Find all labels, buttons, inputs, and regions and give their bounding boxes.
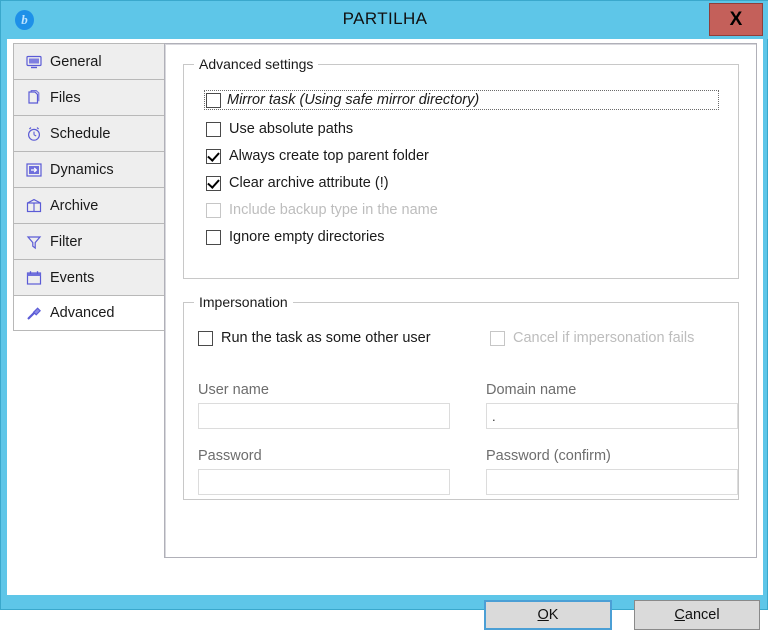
sidebar-item-label: Schedule <box>50 125 111 142</box>
screwdriver-icon <box>27 307 41 320</box>
checkbox-label-run-as-other-user: Run the task as some other user <box>221 330 431 346</box>
sidebar-item-advanced[interactable]: Advanced <box>13 295 165 331</box>
dialog-body: General Files Schedule Dynamics Archive … <box>7 39 763 630</box>
checkbox-label-ignore-empty-directories: Ignore empty directories <box>229 229 385 245</box>
checkbox-label-use-absolute-paths: Use absolute paths <box>229 121 354 137</box>
alarm-clock-icon <box>27 126 41 141</box>
sidebar-item-label: Dynamics <box>50 161 114 178</box>
sidebar-item-schedule[interactable]: Schedule <box>13 115 165 151</box>
calendar-icon <box>26 270 42 285</box>
ok-button-accel: O <box>537 607 549 623</box>
tab-content-advanced: Advanced settings Mirror task (Using saf… <box>164 43 757 558</box>
input-password[interactable] <box>198 469 450 495</box>
checkbox-row-ignore-empty-directories[interactable]: Ignore empty directories <box>206 229 385 245</box>
checkbox-row-run-as-other-user[interactable]: Run the task as some other user <box>198 330 431 346</box>
sidebar-item-label: General <box>50 53 102 70</box>
checkbox-clear-archive-attribute[interactable] <box>206 175 221 191</box>
checkbox-label-cancel-if-impersonation-fails: Cancel if impersonation fails <box>513 330 695 346</box>
checkbox-label-clear-archive-attribute: Clear archive attribute (!) <box>229 175 389 191</box>
impersonation-group: Impersonation Run the task as some other… <box>183 294 739 500</box>
checkbox-row-cancel-if-impersonation-fails: Cancel if impersonation fails <box>490 330 694 346</box>
checkbox-mirror-task[interactable] <box>206 92 221 108</box>
files-icon <box>28 89 40 104</box>
sidebar-item-dynamics[interactable]: Dynamics <box>13 151 165 187</box>
cancel-button-rest: ancel <box>684 607 720 623</box>
advanced-settings-group: Advanced settings Mirror task (Using saf… <box>183 56 739 279</box>
dialog-window: b PARTILHA X General Files Schedule Dyna… <box>0 0 768 630</box>
checkbox-row-clear-archive-attribute[interactable]: Clear archive attribute (!) <box>206 175 389 191</box>
checkbox-always-create-top-parent-folder[interactable] <box>206 148 221 164</box>
sidebar-item-label: Filter <box>50 233 83 250</box>
checkbox-row-use-absolute-paths[interactable]: Use absolute paths <box>206 121 353 137</box>
title-bar: b PARTILHA X <box>1 1 768 39</box>
ok-button-rest: K <box>548 607 559 623</box>
sidebar-item-files[interactable]: Files <box>13 79 165 115</box>
arrow-box-icon <box>26 162 42 177</box>
checkbox-label-mirror-task: Mirror task (Using safe mirror directory… <box>227 92 480 108</box>
sidebar-item-label: Archive <box>50 197 99 214</box>
sidebar-item-filter[interactable]: Filter <box>13 223 165 259</box>
checkbox-row-mirror-task[interactable]: Mirror task (Using safe mirror directory… <box>204 90 719 110</box>
close-button[interactable]: X <box>709 3 763 36</box>
sidebar-item-label: Events <box>50 269 95 286</box>
sidebar-item-events[interactable]: Events <box>13 259 165 295</box>
funnel-icon <box>26 235 42 249</box>
window-title: PARTILHA <box>342 9 428 28</box>
cancel-button-accel: C <box>674 607 685 623</box>
checkbox-ignore-empty-directories[interactable] <box>206 229 221 245</box>
sidebar-item-label: Files <box>50 89 81 106</box>
checkbox-row-include-backup-type: Include backup type in the name <box>206 202 438 218</box>
label-user-name: User name <box>198 382 269 398</box>
input-user-name[interactable] <box>198 403 450 429</box>
ok-button[interactable]: OK <box>484 600 612 630</box>
advanced-settings-title: Advanced settings <box>194 56 319 72</box>
checkbox-cancel-if-impersonation-fails <box>490 330 505 346</box>
cancel-button[interactable]: Cancel <box>634 600 760 630</box>
input-domain-name[interactable] <box>486 403 738 429</box>
checkbox-include-backup-type <box>206 202 221 218</box>
sidebar-tab-list: General Files Schedule Dynamics Archive … <box>13 43 165 331</box>
label-password-confirm: Password (confirm) <box>486 448 611 464</box>
monitor-icon <box>26 55 42 68</box>
sidebar-item-general[interactable]: General <box>13 43 165 79</box>
archive-box-icon <box>26 198 42 212</box>
sidebar-item-label: Advanced <box>50 305 115 321</box>
impersonation-title: Impersonation <box>194 294 293 310</box>
sidebar-item-archive[interactable]: Archive <box>13 187 165 223</box>
checkbox-label-always-create-top-parent-folder: Always create top parent folder <box>229 148 429 164</box>
checkbox-run-as-other-user[interactable] <box>198 330 213 346</box>
checkbox-row-always-create-top-parent-folder[interactable]: Always create top parent folder <box>206 148 429 164</box>
label-domain-name: Domain name <box>486 382 577 398</box>
checkbox-label-include-backup-type: Include backup type in the name <box>229 202 438 218</box>
checkbox-use-absolute-paths[interactable] <box>206 121 221 137</box>
label-password: Password <box>198 448 262 464</box>
input-password-confirm[interactable] <box>486 469 738 495</box>
